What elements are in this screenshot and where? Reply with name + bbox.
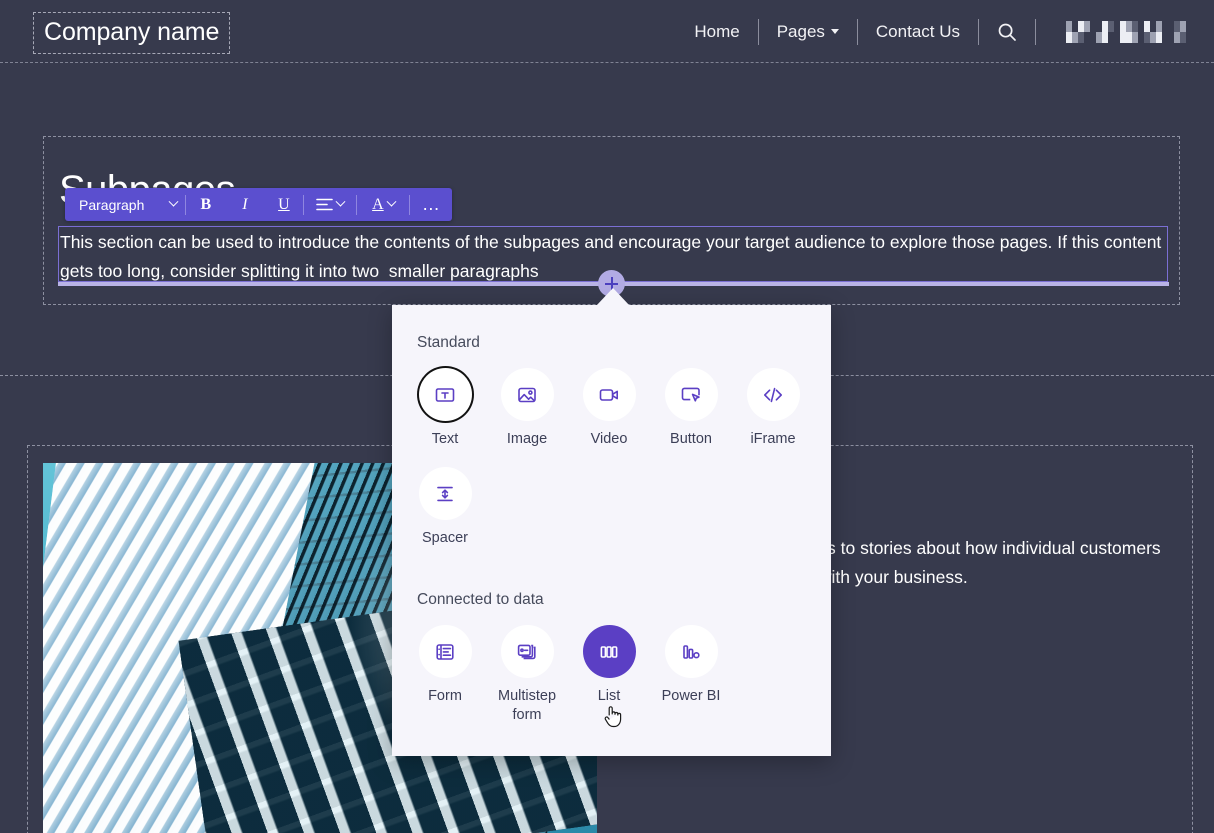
picker-tile-power-bi-label: Power BI (662, 687, 721, 706)
align-left-icon (316, 198, 333, 211)
logo-text: Company name (44, 17, 219, 47)
nav-divider (758, 19, 759, 45)
picker-group-title-standard: Standard (417, 333, 480, 353)
picker-tile-form[interactable]: Form (404, 625, 486, 725)
picker-tile-button-label: Button (670, 430, 712, 449)
picker-tile-button[interactable]: Button (650, 368, 732, 449)
chevron-down-icon (169, 197, 179, 207)
component-picker-popup: Standard Text (392, 305, 831, 756)
chevron-down-icon (336, 197, 346, 207)
redacted-account-label[interactable] (1036, 21, 1214, 43)
header-section-divider (0, 62, 1214, 63)
primary-navigation: Home Pages Contact Us (676, 0, 1214, 63)
search-button[interactable] (979, 22, 1035, 42)
nav-item-pages[interactable]: Pages (759, 22, 857, 42)
picker-tile-video[interactable]: Video (568, 368, 650, 449)
italic-button[interactable]: I (225, 188, 264, 221)
chevron-down-icon (831, 29, 839, 34)
picker-tile-list-circle (583, 625, 636, 678)
picker-tile-iframe[interactable]: iFrame (732, 368, 814, 449)
picker-connected-grid: Form Multistep form (404, 625, 732, 725)
powerbi-icon (680, 641, 702, 663)
text-box-icon (434, 384, 456, 406)
picker-tile-multistep-form-label: Multistep form (498, 687, 556, 725)
pixelated-text-icon (1054, 21, 1198, 43)
nav-divider (1035, 19, 1036, 45)
picker-tile-spacer-label: Spacer (422, 529, 468, 548)
video-icon (598, 384, 620, 406)
picker-tile-power-bi[interactable]: Power BI (650, 625, 732, 725)
picker-standard-grid: Text Image (404, 368, 814, 449)
nav-item-pages-label: Pages (777, 22, 825, 41)
paragraph-style-dropdown[interactable]: Paragraph (65, 188, 185, 221)
picker-tile-text-circle (419, 368, 472, 421)
bold-button[interactable]: B (186, 188, 225, 221)
rich-text-toolbar: Paragraph B I U A … (65, 188, 452, 221)
picker-tile-text-label: Text (432, 430, 459, 449)
picker-tile-spacer-circle (419, 467, 472, 520)
alignment-dropdown[interactable] (304, 188, 356, 221)
more-options-button[interactable]: … (410, 188, 452, 221)
underline-button[interactable]: U (264, 188, 303, 221)
search-icon (997, 22, 1017, 42)
logo-placeholder[interactable]: Company name (33, 12, 230, 54)
picker-tile-power-bi-circle (665, 625, 718, 678)
picker-tile-form-label: Form (428, 687, 462, 706)
spacer-icon (434, 483, 456, 505)
picker-tile-iframe-circle (747, 368, 800, 421)
image-icon (516, 384, 538, 406)
nav-item-contact-us[interactable]: Contact Us (858, 22, 978, 42)
font-color-label: A (372, 196, 384, 214)
picker-tile-list[interactable]: List (568, 625, 650, 725)
button-icon (680, 384, 702, 406)
picker-tile-image[interactable]: Image (486, 368, 568, 449)
site-header: Company name Home Pages Contact Us (0, 0, 1214, 63)
picker-tile-form-circle (419, 625, 472, 678)
code-icon (762, 384, 784, 406)
nav-divider (857, 19, 858, 45)
picker-tile-text[interactable]: Text (404, 368, 486, 449)
picker-tile-button-circle (665, 368, 718, 421)
font-color-dropdown[interactable]: A (357, 188, 409, 221)
picker-tile-image-label: Image (507, 430, 547, 449)
page-canvas: Company name Home Pages Contact Us Subpa… (0, 0, 1214, 833)
picker-tile-image-circle (501, 368, 554, 421)
chevron-down-icon (386, 197, 396, 207)
picker-group-title-connected: Connected to data (417, 590, 544, 610)
popup-arrow (596, 288, 630, 306)
nav-item-home[interactable]: Home (676, 22, 757, 42)
nav-divider (978, 19, 979, 45)
picker-tile-multistep-form-circle (501, 625, 554, 678)
form-icon (434, 641, 456, 663)
list-columns-icon (598, 641, 620, 663)
picker-standard-grid-row2: Spacer (404, 467, 486, 548)
picker-tile-video-label: Video (591, 430, 628, 449)
multistep-icon (516, 641, 538, 663)
picker-tile-spacer[interactable]: Spacer (404, 467, 486, 548)
picker-tile-list-label: List (598, 687, 621, 706)
paragraph-style-label: Paragraph (79, 197, 144, 213)
picker-tile-multistep-form[interactable]: Multistep form (486, 625, 568, 725)
picker-tile-iframe-label: iFrame (750, 430, 795, 449)
picker-tile-video-circle (583, 368, 636, 421)
